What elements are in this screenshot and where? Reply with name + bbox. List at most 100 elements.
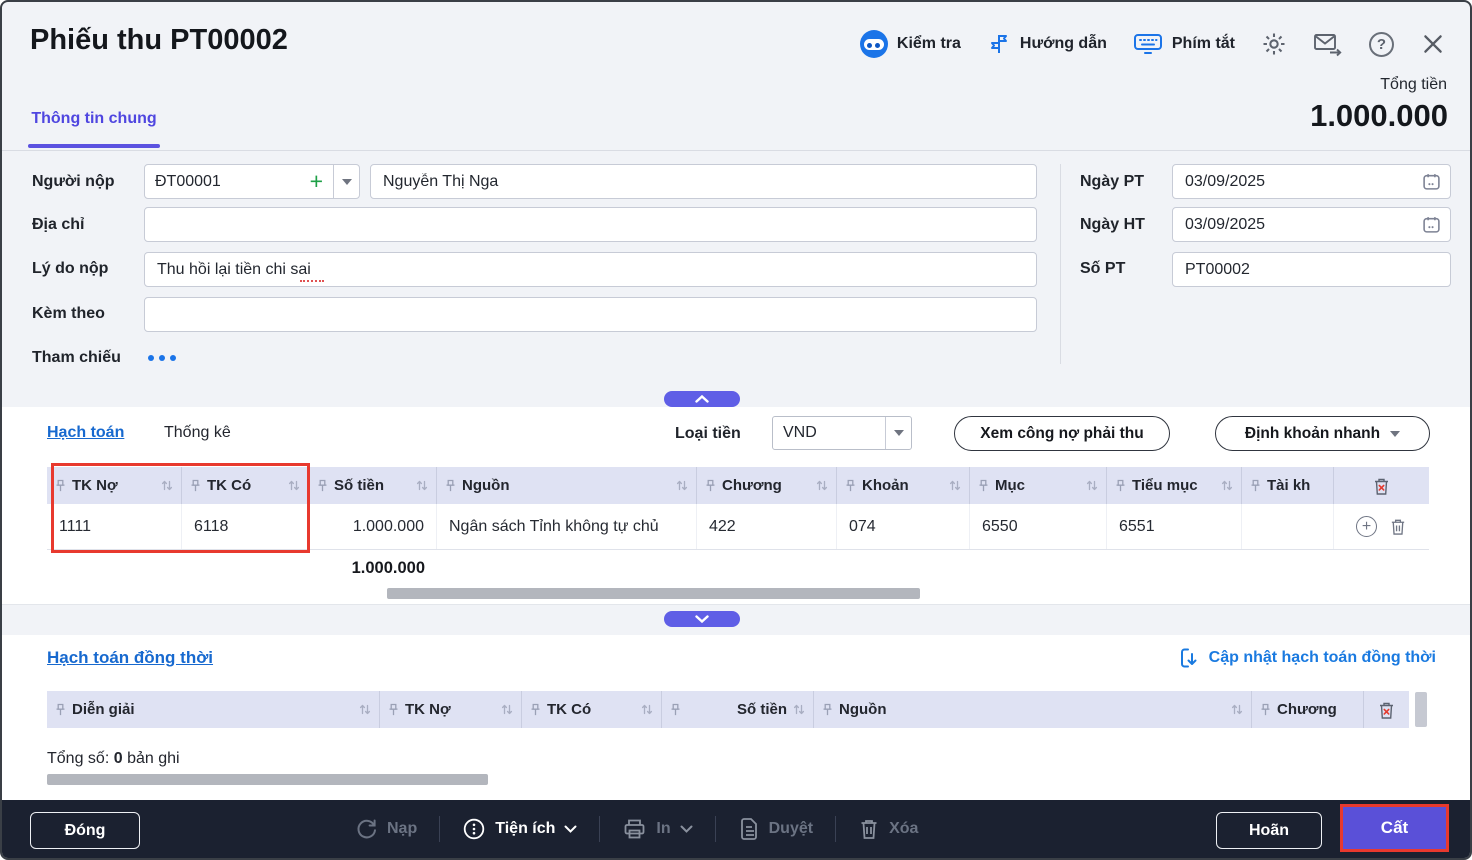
sort-icon[interactable]	[501, 703, 513, 716]
pin-icon[interactable]	[705, 479, 716, 493]
pin-icon[interactable]	[978, 479, 989, 493]
payer-name-field[interactable]	[370, 164, 1037, 199]
calendar-icon[interactable]	[1422, 215, 1441, 239]
settings-gear-icon[interactable]	[1261, 31, 1287, 57]
payer-dropdown-button[interactable]	[333, 165, 359, 198]
pin-icon[interactable]	[55, 479, 66, 493]
sort-icon[interactable]	[288, 479, 300, 492]
col-nguon[interactable]: Nguồn	[814, 691, 1252, 728]
horizontal-scrollbar[interactable]	[387, 588, 920, 599]
sort-icon[interactable]	[1231, 703, 1243, 716]
payer-code-combo[interactable]: ĐT00001 +	[144, 164, 360, 199]
cell-muc[interactable]: 6550	[970, 504, 1107, 549]
col-chuong[interactable]: Chương	[697, 467, 837, 504]
col-dien-giai[interactable]: Diễn giải	[47, 691, 380, 728]
tab-statistics[interactable]: Thống kê	[164, 424, 231, 442]
attachment-field[interactable]	[144, 297, 1037, 332]
approve-button[interactable]: Duyệt	[738, 817, 813, 841]
payer-code-value[interactable]: ĐT00001	[155, 173, 302, 191]
add-payer-icon[interactable]: +	[310, 170, 323, 193]
view-receivables-button[interactable]: Xem công nợ phải thu	[954, 416, 1170, 451]
col-chuong[interactable]: Chương	[1252, 691, 1364, 728]
col-tai-khoan[interactable]: Tài kh	[1242, 467, 1334, 504]
table-row[interactable]: 1111 6118 1.000.000 Ngân sách Tỉnh không…	[47, 504, 1429, 550]
utilities-button[interactable]: Tiện ích	[462, 817, 577, 841]
receipt-no-field[interactable]	[1172, 252, 1451, 287]
col-muc[interactable]: Mục	[970, 467, 1107, 504]
quick-entry-button[interactable]: Định khoản nhanh	[1215, 416, 1430, 451]
cell-so-tien[interactable]: 1.000.000	[309, 504, 437, 549]
pin-icon[interactable]	[822, 703, 833, 717]
add-row-icon[interactable]: +	[1356, 516, 1377, 537]
tab-general-info[interactable]: Thông tin chung	[28, 110, 160, 128]
currency-dropdown-button[interactable]	[885, 417, 911, 449]
simultaneous-title-link[interactable]: Hạch toán đồng thời	[47, 648, 213, 668]
cell-chuong[interactable]: 422	[697, 504, 837, 549]
col-tk-co[interactable]: TK Có	[182, 467, 309, 504]
sort-icon[interactable]	[416, 479, 428, 492]
col-so-tien[interactable]: Số tiền	[309, 467, 437, 504]
close-icon[interactable]	[1420, 31, 1446, 57]
address-field[interactable]	[144, 207, 1037, 242]
close-button[interactable]: Đóng	[30, 812, 140, 849]
delete-row-icon[interactable]	[1389, 517, 1407, 536]
save-button-highlighted[interactable]: Cất	[1340, 804, 1449, 852]
cell-tk-co[interactable]: 6118	[182, 504, 309, 549]
load-button[interactable]: Nạp	[354, 817, 417, 841]
print-button[interactable]: In	[622, 817, 692, 841]
delete-button[interactable]: Xóa	[858, 817, 918, 841]
collapse-section-button[interactable]	[664, 391, 740, 407]
cell-tai-khoan[interactable]	[1242, 504, 1334, 549]
col-khoan[interactable]: Khoản	[837, 467, 970, 504]
pin-icon[interactable]	[845, 479, 856, 493]
sort-icon[interactable]	[1086, 479, 1098, 492]
sort-icon[interactable]	[1221, 479, 1233, 492]
pin-icon[interactable]	[190, 479, 201, 493]
posting-date-field[interactable]	[1172, 207, 1451, 242]
cell-nguon[interactable]: Ngân sách Tỉnh không tự chủ	[437, 504, 697, 549]
pin-icon[interactable]	[55, 703, 66, 717]
pin-icon[interactable]	[1115, 479, 1126, 493]
pin-icon[interactable]	[445, 479, 456, 493]
sort-icon[interactable]	[641, 703, 653, 716]
pin-icon[interactable]	[1250, 479, 1261, 493]
guide-button[interactable]: Hướng dẫn	[987, 32, 1107, 56]
col-tieu-muc[interactable]: Tiểu mục	[1107, 467, 1242, 504]
sort-icon[interactable]	[161, 479, 173, 492]
delete-all-rows-icon[interactable]	[1372, 476, 1391, 496]
pin-icon[interactable]	[1260, 703, 1271, 717]
pin-icon[interactable]	[388, 703, 399, 717]
col-tk-co[interactable]: TK Có	[522, 691, 662, 728]
col-nguon[interactable]: Nguồn	[437, 467, 697, 504]
col-so-tien[interactable]: Số tiền	[662, 691, 814, 728]
cell-khoan[interactable]: 074	[837, 504, 970, 549]
pin-icon[interactable]	[530, 703, 541, 717]
shortcut-button[interactable]: Phím tắt	[1133, 32, 1235, 56]
update-simultaneous-link[interactable]: Cập nhật hạch toán đồng thời	[1178, 646, 1436, 670]
col-tk-no[interactable]: TK Nợ	[380, 691, 522, 728]
delete-all-rows-icon[interactable]	[1377, 700, 1396, 720]
sort-icon[interactable]	[949, 479, 961, 492]
sort-icon[interactable]	[816, 479, 828, 492]
currency-select[interactable]: VND	[772, 416, 912, 450]
pin-icon[interactable]	[670, 703, 681, 717]
cell-tk-no[interactable]: 1111	[47, 504, 182, 549]
sort-icon[interactable]	[676, 479, 688, 492]
sort-icon[interactable]	[793, 703, 805, 716]
calendar-icon[interactable]	[1422, 172, 1441, 196]
reason-field[interactable]	[144, 252, 1037, 287]
reference-more-button[interactable]	[148, 355, 176, 361]
help-icon[interactable]: ?	[1369, 32, 1394, 57]
vertical-scrollbar[interactable]	[1415, 692, 1427, 727]
sort-icon[interactable]	[359, 703, 371, 716]
postpone-button[interactable]: Hoãn	[1216, 812, 1322, 849]
tab-accounting[interactable]: Hạch toán	[47, 424, 124, 442]
col-tk-no[interactable]: TK Nợ	[47, 467, 182, 504]
check-button[interactable]: Kiểm tra	[860, 30, 961, 58]
receipt-date-field[interactable]	[1172, 164, 1451, 199]
pin-icon[interactable]	[317, 479, 328, 493]
expand-section-button[interactable]	[664, 611, 740, 627]
mail-send-icon[interactable]	[1313, 31, 1343, 57]
horizontal-scrollbar[interactable]	[47, 774, 488, 785]
cell-tieu-muc[interactable]: 6551	[1107, 504, 1242, 549]
